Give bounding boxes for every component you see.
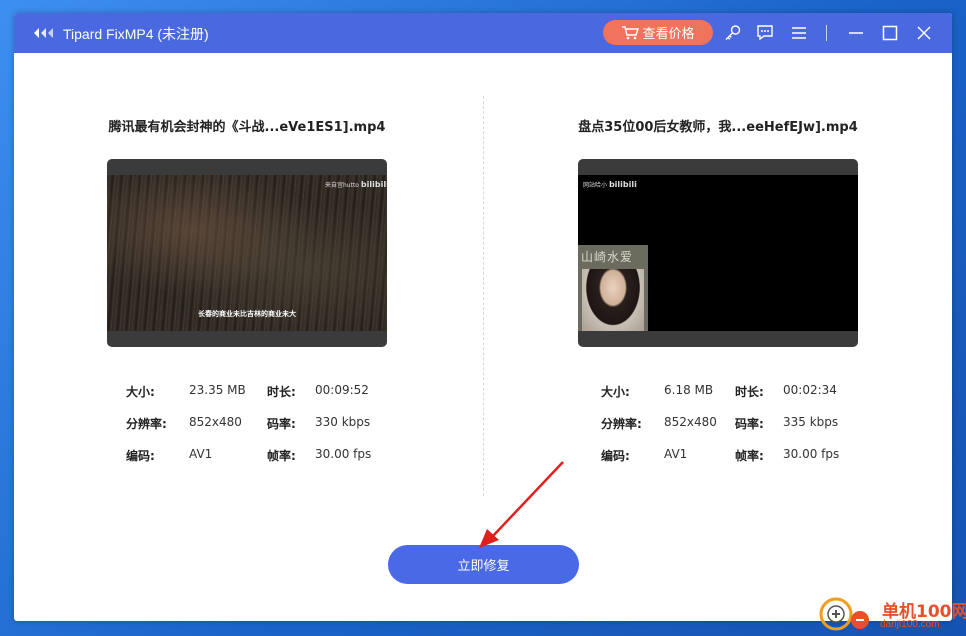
video-2-codec: AV1: [664, 447, 688, 461]
app-logo-icon: [34, 28, 53, 38]
video-1-preview[interactable]: 来自宫hutto bilibili 长春的商业未比吉林的商业未大: [107, 159, 387, 347]
video-2-preview[interactable]: 网站哈小 bilibili 山崎水爱: [578, 159, 858, 347]
video-2-watermark: 网站哈小 bilibili: [583, 180, 637, 189]
video-1-fps-label: 帧率:: [267, 449, 296, 463]
video-2-duration: 00:02:34: [783, 383, 837, 397]
app-window: Tipard FixMP4 (未注册) 查看价格 腾讯最有机会封神的《斗战...…: [14, 13, 952, 621]
video-1-codec: AV1: [189, 447, 213, 461]
video-1-resolution: 852x480: [189, 415, 242, 429]
video-1-duration: 00:09:52: [315, 383, 369, 397]
maximize-icon[interactable]: [879, 22, 901, 44]
video-2-inset-label: 山崎水爱: [581, 250, 634, 264]
video-1-bitrate-label: 码率:: [267, 417, 296, 431]
video-2-resolution: 852x480: [664, 415, 717, 429]
video-2-resolution-label: 分辨率:: [601, 417, 642, 431]
video-2-frame: 网站哈小 bilibili 山崎水爱: [578, 175, 858, 331]
close-icon[interactable]: [913, 22, 935, 44]
video-1-size-label: 大小:: [126, 385, 155, 399]
repair-now-button[interactable]: 立即修复: [388, 545, 579, 584]
video-2-fps: 30.00 fps: [783, 447, 840, 461]
site-watermark-url: danji100.com: [880, 619, 940, 630]
video-1-bitrate: 330 kbps: [315, 415, 371, 429]
video-1-duration-label: 时长:: [267, 385, 296, 399]
video-2-fps-label: 帧率:: [735, 449, 764, 463]
video-1-subtitle: 长春的商业未比吉林的商业未大: [198, 310, 296, 318]
video-1-size: 23.35 MB: [189, 383, 246, 397]
video-2-size-label: 大小:: [601, 385, 630, 399]
video-1-frame: 来自宫hutto bilibili 长春的商业未比吉林的商业未大: [107, 175, 387, 331]
video-2-filename: 盘点35位00后女教师，我...eeHefEJw].mp4: [578, 120, 858, 135]
minimize-icon[interactable]: [845, 22, 867, 44]
video-2-codec-label: 编码:: [601, 449, 630, 463]
video-2-size: 6.18 MB: [664, 383, 714, 397]
view-price-label: 查看价格: [642, 27, 695, 42]
video-1-filename: 腾讯最有机会封神的《斗战...eVe1ES1].mp4: [108, 120, 386, 135]
key-icon[interactable]: [722, 22, 744, 44]
video-1-fps: 30.00 fps: [315, 447, 372, 461]
video-2-bitrate: 335 kbps: [783, 415, 839, 429]
video-1-resolution-label: 分辨率:: [126, 417, 167, 431]
video-2-bitrate-label: 码率:: [735, 417, 764, 431]
video-2-inset-image: 山崎水爱: [578, 245, 648, 331]
titlebar-divider: [826, 25, 827, 41]
menu-icon[interactable]: [788, 22, 810, 44]
column-divider: [483, 96, 484, 496]
video-2-inset-photo: [582, 269, 644, 331]
video-1-codec-label: 编码:: [126, 449, 155, 463]
app-title: Tipard FixMP4 (未注册): [63, 26, 209, 42]
video-2-duration-label: 时长:: [735, 385, 764, 399]
cart-icon: [622, 25, 640, 39]
view-price-button[interactable]: 查看价格: [603, 20, 713, 45]
video-1-watermark: 来自宫hutto bilibili: [325, 180, 387, 189]
title-bar[interactable]: Tipard FixMP4 (未注册) 查看价格: [14, 13, 952, 53]
feedback-icon[interactable]: [754, 22, 776, 44]
